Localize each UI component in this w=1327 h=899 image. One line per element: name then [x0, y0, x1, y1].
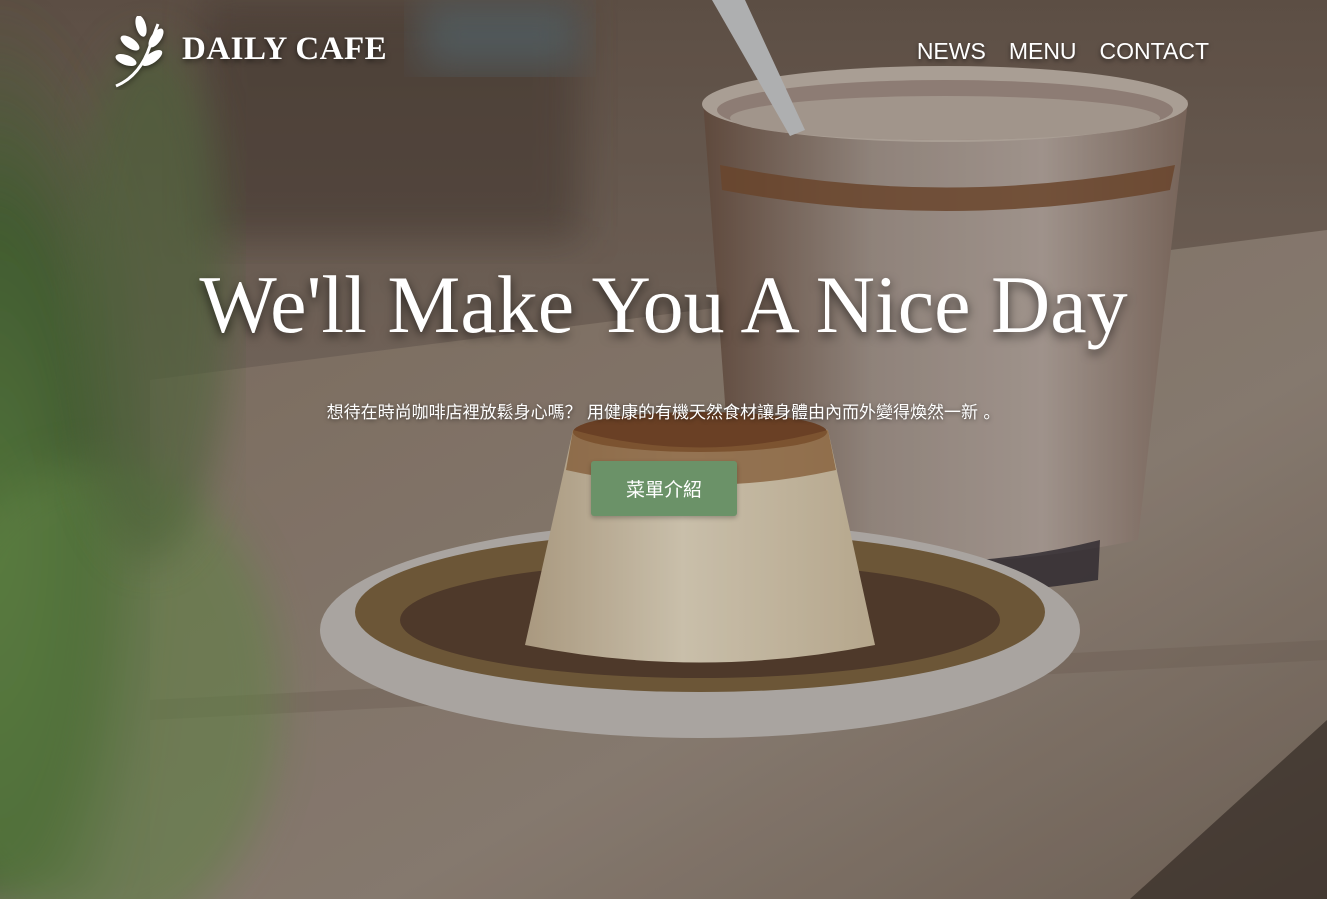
site-header: DAILY CAFE NEWS MENU CONTACT	[0, 0, 1327, 110]
hero-section: DAILY CAFE NEWS MENU CONTACT We'll Make …	[0, 0, 1327, 899]
hero-overlay	[0, 0, 1327, 899]
hero-subtitle: 想待在時尚咖啡店裡放鬆身心嗎？ 用健康的有機天然食材讓身體由內而外變得煥然一新 …	[326, 403, 1001, 423]
leaf-icon	[115, 16, 164, 88]
nav-item-news[interactable]: NEWS	[917, 38, 986, 65]
menu-intro-button[interactable]: 菜單介紹	[591, 461, 737, 516]
logo-link[interactable]: DAILY CAFE	[110, 16, 387, 90]
main-nav: NEWS MENU CONTACT	[917, 38, 1209, 65]
brand-name: DAILY CAFE	[182, 30, 388, 67]
hero-headline: We'll Make You A Nice Day	[199, 259, 1128, 350]
nav-item-contact[interactable]: CONTACT	[1100, 38, 1209, 65]
nav-item-menu[interactable]: MENU	[1009, 38, 1077, 65]
